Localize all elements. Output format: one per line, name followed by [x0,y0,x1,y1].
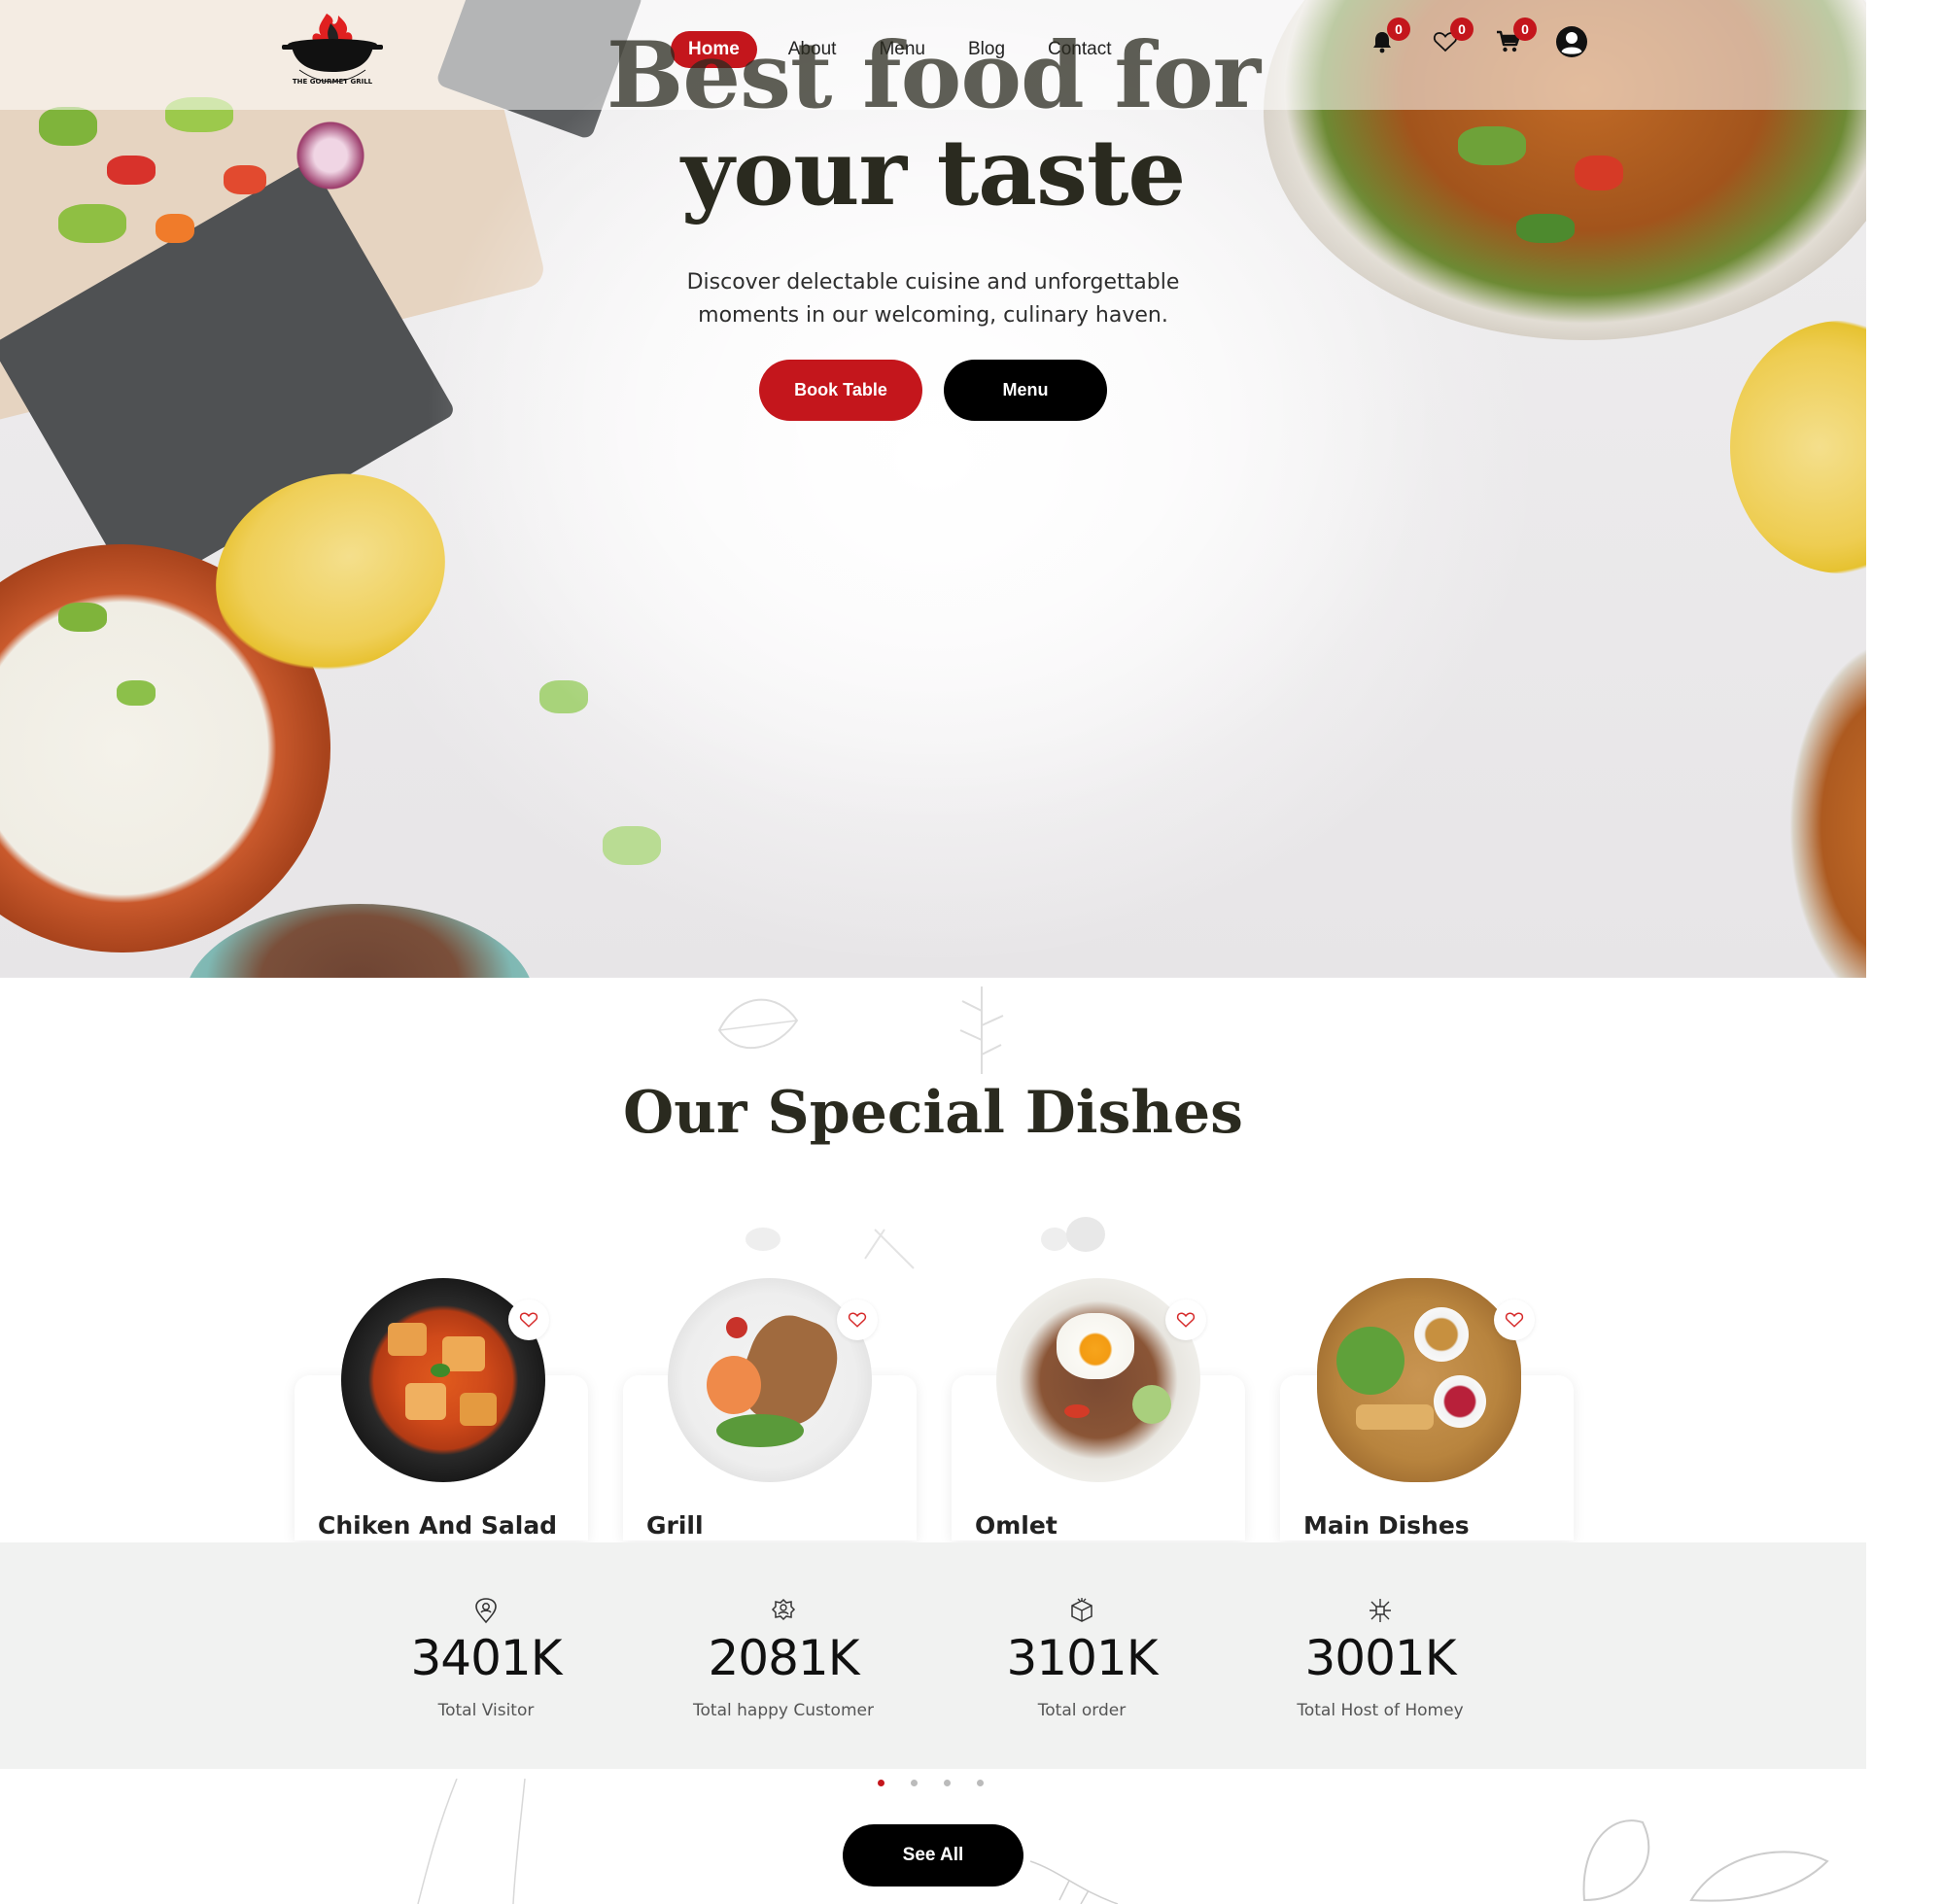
cart-count-badge: 0 [1513,17,1537,41]
brand-logo[interactable]: THE GOURMET GRILL [282,10,383,91]
section-title-special-dishes: Our Special Dishes [623,1079,1243,1147]
stat-value: 2081K [708,1630,859,1686]
stat-label: Total order [1037,1701,1127,1720]
carousel-dot[interactable] [977,1780,984,1786]
stat-label: Total Visitor [437,1701,535,1720]
stat-label: Total happy Customer [693,1701,874,1720]
svg-text:THE GOURMET GRILL: THE GOURMET GRILL [293,78,373,86]
branch-doodle-icon [417,1779,526,1904]
dish-name: Main Dishes [1303,1511,1470,1540]
book-table-button[interactable]: Book Table [759,360,922,421]
cart-button[interactable]: 0 [1492,17,1537,58]
dish-image [1317,1278,1521,1482]
heart-outline-icon [1176,1312,1196,1328]
heart-outline-icon [848,1312,867,1328]
garlic-doodle-icon [1041,1217,1105,1252]
wishlist-button[interactable]: 0 [1429,17,1474,58]
heart-outline-icon [519,1312,538,1328]
menu-button[interactable]: Menu [944,360,1107,421]
happy-customer-icon [771,1598,796,1621]
favorite-button[interactable] [1165,1299,1206,1340]
host-network-icon [1370,1599,1391,1622]
hero-subtitle-line1: Discover delectable cuisine and unforget… [686,270,1180,294]
hero-subtitle-line2: moments in our welcoming, culinary haven… [698,303,1168,328]
stat-value: 3101K [1006,1630,1158,1686]
heart-outline-icon [1505,1312,1524,1328]
dish-name: Chiken And Salad [318,1511,558,1540]
herb-doodle-icon [959,987,1004,1074]
account-button[interactable] [1555,25,1588,58]
stats-band: 3401K Total Visitor 2081K Total happy Cu… [0,1542,1866,1769]
carousel-dot[interactable] [878,1780,884,1786]
favorite-button[interactable] [508,1299,549,1340]
hero-title: Best food for your taste [544,27,1322,222]
carousel-pagination [878,1780,984,1786]
hero-title-line2: your taste [680,120,1186,226]
user-avatar-icon [1556,26,1587,57]
dish-name: Omlet [975,1511,1058,1540]
notifications-button[interactable]: 0 [1366,17,1410,58]
stat-label: Total Host of Homey [1297,1701,1464,1720]
stat-value: 3401K [410,1630,562,1686]
hero-subtitle: Discover delectable cuisine and unforget… [642,266,1225,332]
dish-carousel: Chiken And Salad Grill Omlet Main Dishes [295,1278,1587,1541]
herb-doodle-icon [1029,1860,1119,1904]
carousel-dot[interactable] [911,1780,918,1786]
notification-count-badge: 0 [1387,17,1410,41]
order-box-icon [1071,1598,1092,1622]
see-all-button[interactable]: See All [843,1824,1023,1887]
favorite-button[interactable] [837,1299,878,1340]
favorite-button[interactable] [1494,1299,1535,1340]
dish-name: Grill [646,1511,704,1540]
stat-value: 3001K [1304,1630,1456,1686]
hero-title-line1: Best food for [606,22,1261,129]
wishlist-count-badge: 0 [1450,17,1474,41]
leaf-doodle-icon [1582,1819,1829,1902]
location-pin-icon [475,1598,497,1624]
header-actions: 0 0 0 [1366,17,1588,58]
herb-doodle-icon [717,998,799,1049]
carousel-dot[interactable] [944,1780,951,1786]
